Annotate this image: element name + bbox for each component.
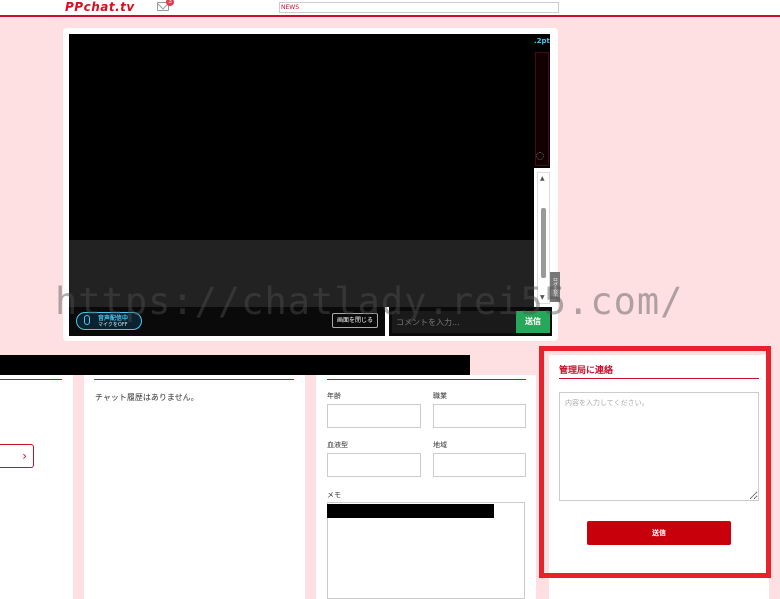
watermark-text: https://chatlady.rei55.com/	[55, 280, 684, 323]
no-history-text: チャット履歴はありません。	[95, 393, 199, 402]
point-meter	[535, 52, 549, 166]
scroll-up-icon[interactable]: ▲	[540, 175, 545, 182]
memo-label: メモ	[327, 491, 341, 499]
contact-divider	[559, 378, 759, 379]
news-ticker[interactable]: NEWS	[279, 2, 559, 13]
left-column-divider	[0, 379, 62, 380]
news-label: NEWS	[281, 4, 300, 11]
point-label: .2pt	[534, 37, 550, 45]
history-divider	[94, 379, 294, 380]
memo-redacted	[327, 504, 494, 518]
blood-type-field[interactable]	[327, 453, 421, 477]
site-logo[interactable]: PPchat.tv	[65, 0, 135, 14]
region-field[interactable]	[433, 453, 526, 477]
profile-divider	[327, 379, 526, 380]
redacted-bar	[0, 355, 470, 375]
next-arrow-button[interactable]: ›	[0, 444, 34, 468]
chat-history-column	[84, 375, 305, 599]
job-label: 職業	[433, 392, 447, 400]
region-label: 地域	[433, 441, 447, 449]
contact-title: 管理局に連絡	[559, 366, 614, 376]
left-column	[0, 375, 73, 599]
blood-type-label: 血液型	[327, 441, 348, 449]
scroll-thumb[interactable]	[541, 208, 546, 278]
resize-handle[interactable]	[384, 31, 390, 34]
video-stream	[69, 34, 534, 240]
job-field[interactable]	[433, 404, 526, 428]
age-field[interactable]	[327, 404, 421, 428]
chevron-right-icon: ›	[22, 449, 27, 463]
contact-message-input[interactable]	[559, 392, 759, 501]
contact-send-button[interactable]: 送信	[587, 521, 731, 545]
age-label: 年齢	[327, 392, 341, 400]
settings-icon[interactable]	[536, 152, 544, 160]
